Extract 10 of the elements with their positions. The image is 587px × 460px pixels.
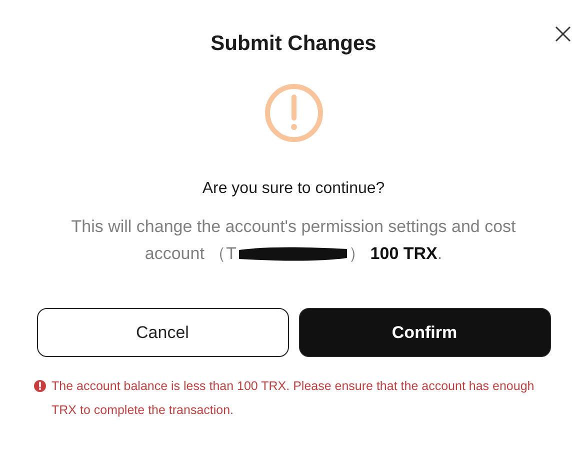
warning-icon — [264, 83, 324, 143]
description-text: This will change the account's permission settings and cost — [71, 216, 516, 238]
description-text: account （T — [144, 243, 237, 265]
confirm-button[interactable]: Confirm — [298, 308, 550, 357]
description-amount: ） 100 TRX. — [348, 243, 442, 265]
error-message: The account balance is less than 100 TRX. Please ensure that the account has enough TRX to complete the transaction. — [52, 378, 536, 419]
error-icon — [34, 380, 46, 392]
confirmation-question: Are you sure to continue? — [202, 179, 385, 199]
cancel-button[interactable]: Cancel — [36, 308, 288, 357]
dialog-title: Submit Changes — [210, 31, 376, 57]
